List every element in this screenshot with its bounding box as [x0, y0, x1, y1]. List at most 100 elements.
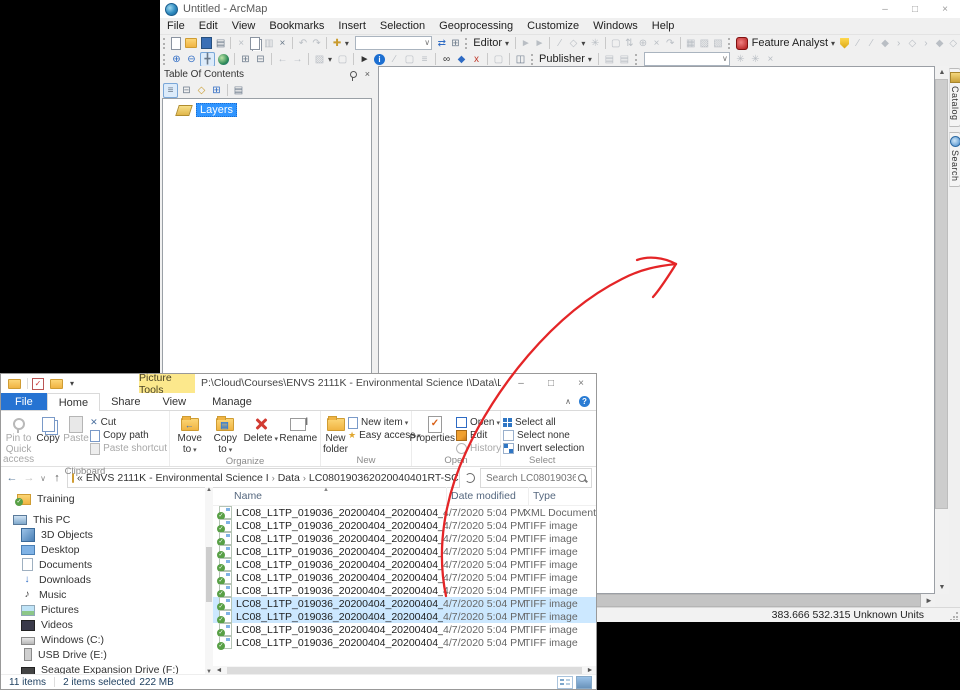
- undo-icon[interactable]: [297, 37, 309, 50]
- maximize-button[interactable]: □: [536, 378, 566, 389]
- menu-insert[interactable]: Insert: [331, 20, 373, 32]
- select-features-icon[interactable]: [313, 53, 326, 66]
- search-input[interactable]: [484, 472, 578, 485]
- toc-options-icon[interactable]: [232, 84, 245, 97]
- minimize-ribbon-icon[interactable]: ∧: [565, 397, 571, 406]
- feature-analyst-menu[interactable]: Feature Analyst: [752, 37, 828, 49]
- minimize-button[interactable]: –: [870, 4, 900, 15]
- file-row-selected[interactable]: ✓ LC08_L1TP_019036_20200404_20200404_01_…: [213, 610, 596, 623]
- measure-icon[interactable]: [418, 53, 431, 66]
- move-to-button[interactable]: ← Move to: [172, 413, 208, 456]
- fa-tool-2-icon[interactable]: [866, 37, 878, 50]
- time-slider-icon[interactable]: [492, 53, 505, 66]
- redo-icon[interactable]: [311, 37, 323, 50]
- scroll-left-icon[interactable]: ◄: [213, 667, 225, 674]
- map-scale-combo[interactable]: [355, 36, 432, 50]
- fa2-tool-3-icon[interactable]: [764, 53, 777, 66]
- menu-geoprocessing[interactable]: Geoprocessing: [432, 20, 520, 32]
- clear-selection-icon[interactable]: [336, 53, 349, 66]
- refresh-icon[interactable]: [465, 473, 475, 483]
- scroll-down-icon[interactable]: ▼: [935, 581, 949, 594]
- pin-icon[interactable]: [350, 71, 357, 78]
- file-row[interactable]: ✓ LC08_L1TP_019036_20200404_20200404_01_…: [213, 571, 596, 584]
- nav-item-pictures[interactable]: Pictures: [1, 602, 213, 617]
- forward-extent-icon[interactable]: [291, 53, 304, 66]
- nav-item-windows-c[interactable]: Windows (C:): [1, 632, 213, 647]
- nav-item-music[interactable]: ♪ Music: [1, 587, 213, 602]
- nav-scrollbar[interactable]: ▲ ▼: [205, 487, 213, 675]
- menu-edit[interactable]: Edit: [192, 20, 225, 32]
- hyperlink-icon[interactable]: [388, 53, 401, 66]
- edit-button[interactable]: Edit: [456, 429, 501, 442]
- rotate-icon[interactable]: [664, 37, 676, 50]
- list-by-visibility-icon[interactable]: [195, 84, 208, 97]
- fa-tool-8-icon[interactable]: [947, 37, 959, 50]
- breadcrumb-folder[interactable]: LC080190362020040401RT-SC20200407210432: [309, 472, 460, 484]
- trace-icon[interactable]: [568, 37, 580, 50]
- tab-view[interactable]: View: [151, 393, 197, 410]
- fa2-tool-2-icon[interactable]: [749, 53, 762, 66]
- file-row[interactable]: ✓ LC08_L1TP_019036_20200404_20200404_01_…: [213, 532, 596, 545]
- zoom-out-icon[interactable]: [185, 53, 198, 66]
- arcmap-titlebar[interactable]: Untitled - ArcMap – □ ×: [160, 0, 960, 18]
- maximize-button[interactable]: □: [900, 4, 930, 15]
- find-route-icon[interactable]: [455, 53, 468, 66]
- publisher-tool-1-icon[interactable]: [603, 53, 616, 66]
- file-row[interactable]: ✓ LC08_L1TP_019036_20200404_20200404_01_…: [213, 545, 596, 558]
- nav-item-3d-objects[interactable]: 3D Objects: [1, 527, 213, 542]
- straight-segment-icon[interactable]: [554, 37, 566, 50]
- html-popup-icon[interactable]: [403, 53, 416, 66]
- menu-selection[interactable]: Selection: [373, 20, 432, 32]
- close-button[interactable]: ×: [566, 378, 596, 389]
- file-row[interactable]: ✓ LC08_L1TP_019036_20200404_20200404_01_…: [213, 636, 596, 649]
- scroll-thumb[interactable]: [227, 667, 582, 674]
- picture-tools-contextual-tab[interactable]: Picture Tools: [139, 374, 195, 393]
- zoom-in-icon[interactable]: [170, 53, 183, 66]
- explorer-titlebar[interactable]: ✓ ▾ Picture Tools P:\Cloud\Courses\ENVS …: [1, 374, 596, 393]
- save-icon[interactable]: [201, 37, 212, 49]
- scroll-up-icon[interactable]: ▲: [935, 66, 949, 79]
- feature-analyst-icon[interactable]: [736, 37, 748, 50]
- paste-button[interactable]: Paste: [62, 413, 90, 466]
- scroll-thumb[interactable]: [206, 547, 212, 602]
- invert-selection-button[interactable]: Invert selection: [503, 442, 584, 455]
- nav-item-downloads[interactable]: ↓ Downloads: [1, 572, 213, 587]
- editor-menu[interactable]: Editor: [473, 37, 502, 49]
- rename-button[interactable]: Rename: [279, 413, 318, 456]
- scroll-right-icon[interactable]: ►: [584, 667, 596, 674]
- close-button[interactable]: ×: [930, 4, 960, 15]
- new-item-button[interactable]: New item: [348, 416, 421, 429]
- new-folder-qat-icon[interactable]: [50, 379, 63, 389]
- file-row-selected[interactable]: ✓ LC08_L1TP_019036_20200404_20200404_01_…: [213, 597, 596, 610]
- fa-tool-7-icon[interactable]: [934, 37, 946, 50]
- nav-item-desktop[interactable]: Desktop: [1, 542, 213, 557]
- sketch-properties-icon[interactable]: [712, 37, 724, 50]
- find-icon[interactable]: [440, 53, 453, 66]
- select-none-button[interactable]: Select none: [503, 429, 584, 442]
- menu-bookmarks[interactable]: Bookmarks: [262, 20, 331, 32]
- publisher-tool-2-icon[interactable]: [618, 53, 631, 66]
- attributes-icon[interactable]: [699, 37, 711, 50]
- delete-button[interactable]: Delete: [243, 413, 279, 456]
- file-row[interactable]: ✓ LC08_L1TP_019036_20200404_20200404_01_…: [213, 623, 596, 636]
- help-icon[interactable]: ?: [579, 396, 590, 407]
- edit-annotation-icon[interactable]: [534, 37, 546, 50]
- new-folder-button[interactable]: New folder: [323, 413, 348, 455]
- menu-help[interactable]: Help: [645, 20, 682, 32]
- fixed-zoom-in-icon[interactable]: [239, 53, 252, 66]
- search-tab[interactable]: Search: [949, 132, 960, 188]
- nav-item-training[interactable]: ✓ Training: [1, 491, 213, 506]
- fa-tool-3-icon[interactable]: [879, 37, 891, 50]
- fa-tool-6-icon[interactable]: [920, 37, 932, 50]
- edit-tool-icon[interactable]: [520, 37, 532, 50]
- scroll-thumb[interactable]: [935, 79, 948, 509]
- file-row[interactable]: ✓ LC08_L1TP_019036_20200404_20200404_01_…: [213, 558, 596, 571]
- split-icon[interactable]: [651, 37, 663, 50]
- paste-shortcut-button[interactable]: Paste shortcut: [90, 442, 167, 455]
- list-by-drawing-order-icon[interactable]: [163, 83, 178, 98]
- viewer-window-icon[interactable]: [514, 53, 527, 66]
- column-type[interactable]: Type: [528, 487, 596, 505]
- list-by-selection-icon[interactable]: [210, 84, 223, 97]
- cut-polygons-icon[interactable]: [637, 37, 649, 50]
- fixed-zoom-out-icon[interactable]: [254, 53, 267, 66]
